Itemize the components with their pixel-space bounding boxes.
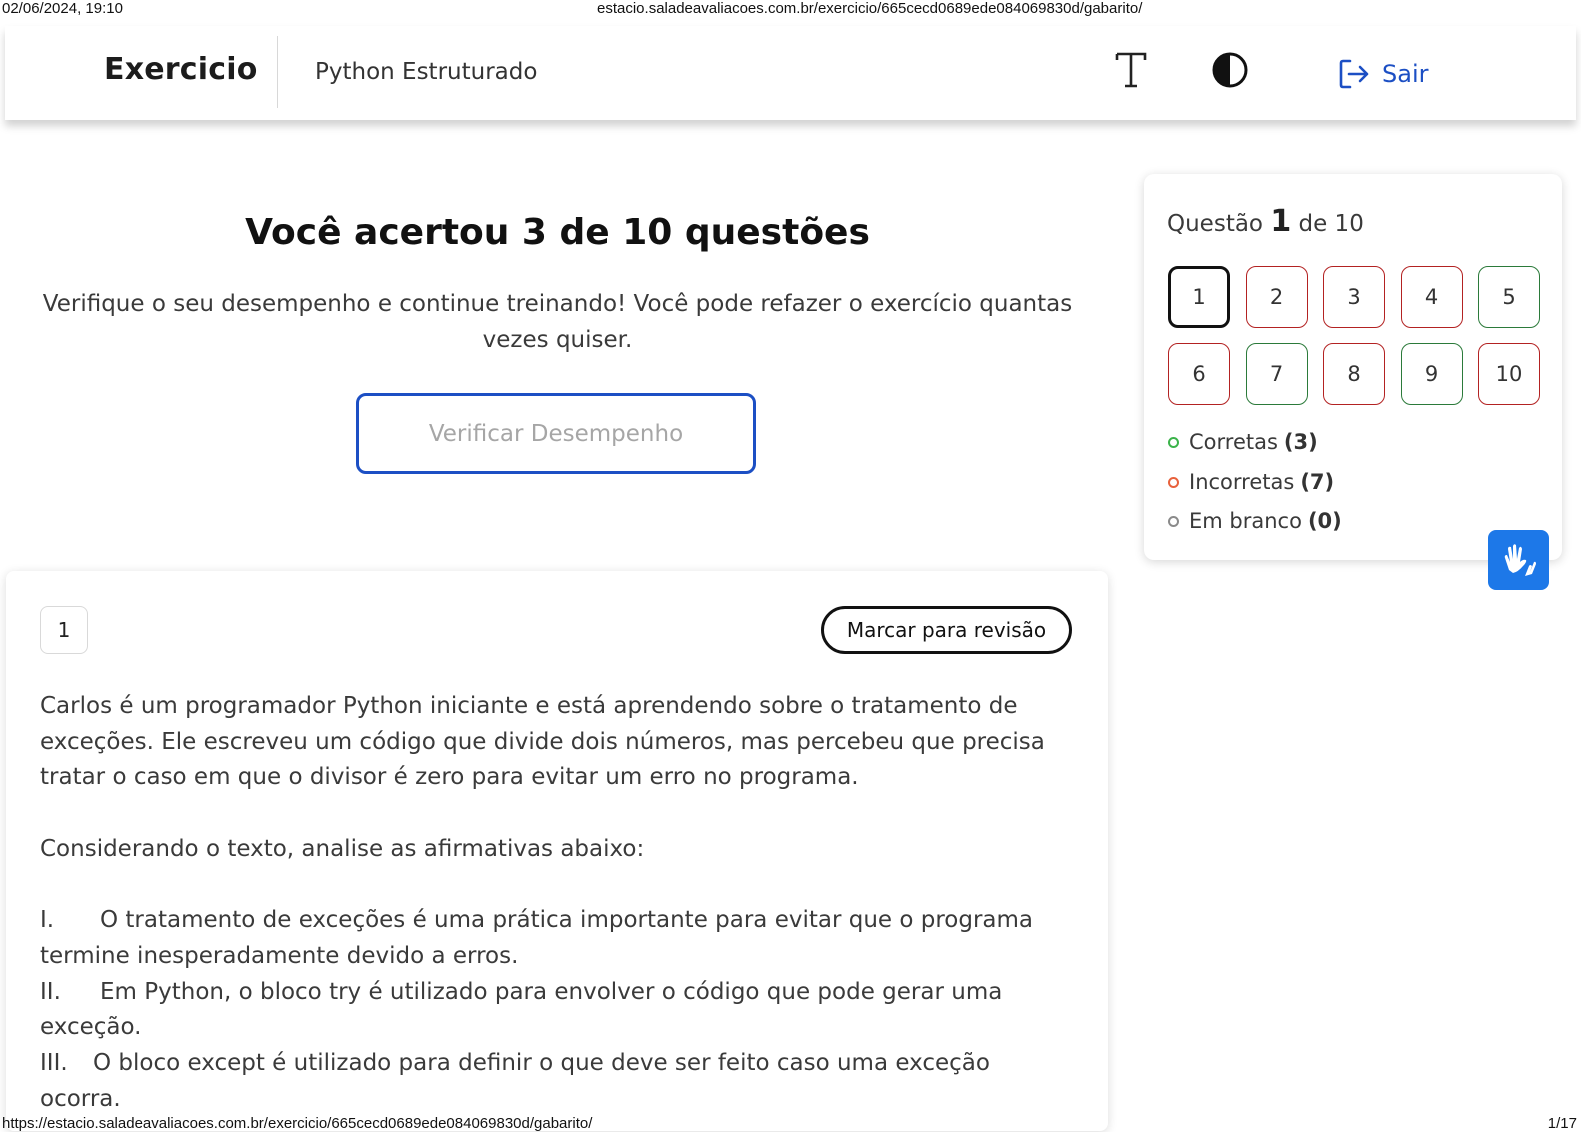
statement-numeral: I.	[40, 907, 55, 934]
print-page-url: estacio.saladeavaliacoes.com.br/exercici…	[597, 0, 1143, 17]
top-navigation-bar: Exercicio Python Estruturado Sair	[5, 26, 1576, 120]
status-dot-icon	[1168, 515, 1179, 527]
legend-count: (3)	[1283, 430, 1318, 454]
question-nav-button[interactable]: 10	[1478, 343, 1540, 405]
legend-item: Em branco (0)	[1168, 509, 1342, 533]
contrast-button[interactable]	[1210, 50, 1250, 90]
status-dot-icon	[1168, 476, 1179, 488]
statement-text: Em Python, o bloco try é utilizado para …	[40, 978, 1003, 1041]
verify-performance-button[interactable]: Verificar Desempenho	[356, 393, 756, 474]
question-nav-button[interactable]: 6	[1168, 343, 1230, 405]
statement-numeral: III.	[40, 1050, 68, 1076]
legend-item: Corretas (3)	[1168, 430, 1318, 454]
question-nav-button[interactable]: 5	[1478, 266, 1540, 328]
statement: III. O bloco except é utilizado para defi…	[40, 1046, 1070, 1117]
question-card: 1 Marcar para revisão Carlos é um progra…	[6, 571, 1108, 1131]
print-page-number: 1/17	[1547, 1115, 1577, 1132]
question-number-badge: 1	[40, 606, 88, 654]
question-counter-suffix: de 10	[1298, 211, 1364, 237]
header-divider	[277, 36, 278, 108]
statement-numeral: II.	[40, 978, 61, 1005]
app-title: Exercicio	[104, 52, 258, 87]
question-paragraph: Considerando o texto, analise as afirmat…	[40, 835, 645, 862]
print-footer-url: https://estacio.saladeavaliacoes.com.br/…	[2, 1115, 593, 1132]
print-footer: https://estacio.saladeavaliacoes.com.br/…	[0, 1113, 1581, 1132]
sign-language-button[interactable]	[1488, 530, 1549, 590]
print-datetime: 02/06/2024, 19:10	[2, 0, 123, 17]
statement-text: O tratamento de exceções é uma prática i…	[40, 907, 1034, 969]
legend-count: (0)	[1307, 509, 1342, 533]
logout-button[interactable]: Sair	[1338, 54, 1428, 94]
legend-item: Incorretas (7)	[1168, 470, 1334, 494]
question-paragraph: Carlos é um programador Python iniciante…	[40, 693, 1045, 791]
question-nav-button[interactable]: 4	[1400, 266, 1463, 328]
question-counter: Questão 1 de 10	[1167, 204, 1364, 239]
question-nav-button[interactable]: 7	[1245, 343, 1308, 405]
question-counter-prefix: Questão	[1167, 211, 1263, 237]
font-size-icon	[1115, 52, 1147, 88]
statement-text: O bloco except é utilizado para definir …	[40, 1050, 990, 1112]
mark-for-review-button[interactable]: Marcar para revisão	[821, 606, 1072, 654]
logout-label: Sair	[1382, 60, 1429, 88]
status-dot-icon	[1168, 436, 1179, 448]
font-size-button[interactable]	[1111, 48, 1151, 92]
question-nav-button[interactable]: 1	[1168, 266, 1230, 328]
contrast-icon	[1212, 52, 1248, 88]
question-nav-button[interactable]: 9	[1400, 343, 1463, 405]
question-nav-button[interactable]: 2	[1245, 266, 1308, 328]
sign-language-hands-icon	[1504, 544, 1536, 576]
course-name: Python Estruturado	[315, 59, 538, 85]
question-counter-current: 1	[1270, 204, 1292, 239]
question-text: Carlos é um programador Python iniciante…	[40, 689, 1070, 1117]
statement: I. O tratamento de exceções é uma prática…	[40, 903, 1070, 974]
question-nav-button[interactable]: 3	[1323, 266, 1385, 328]
legend-count: (7)	[1300, 470, 1335, 494]
legend-label: Em branco	[1189, 509, 1302, 533]
legend-label: Incorretas	[1189, 470, 1295, 494]
result-title: Você acertou 3 de 10 questões	[245, 212, 870, 253]
question-navigator: Questão 1 de 10 1 2 3 4 5 6 7 8 9 10 Corretas (3) I…	[1144, 174, 1562, 560]
statement: II. Em Python, o bloco try é utilizado pa…	[40, 975, 1070, 1046]
result-subtitle: Verifique o seu desempenho e continue tr…	[42, 291, 1073, 353]
print-header: 02/06/2024, 19:10 estacio.saladeavaliaco…	[0, 0, 1581, 17]
logout-icon	[1339, 59, 1369, 89]
question-nav-button[interactable]: 8	[1323, 343, 1385, 405]
legend-label: Corretas	[1189, 430, 1278, 454]
